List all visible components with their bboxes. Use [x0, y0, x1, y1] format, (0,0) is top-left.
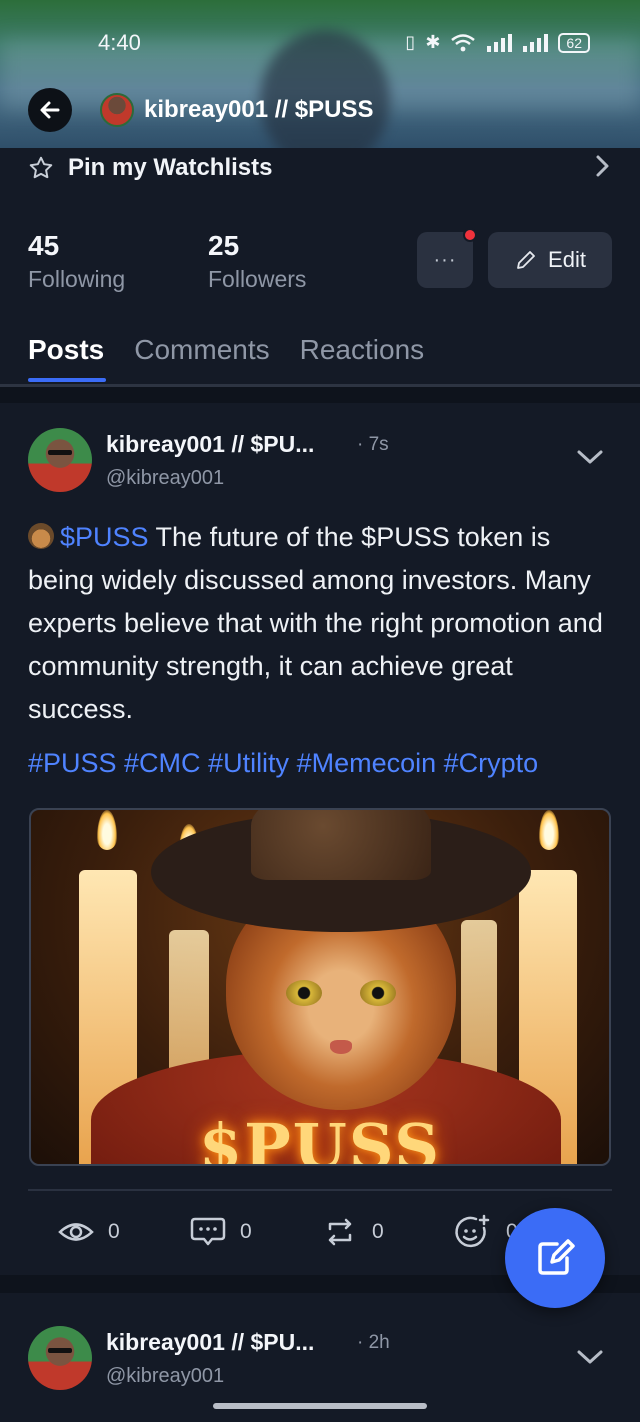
following-count: 45 [28, 230, 60, 261]
repost-count: 0 [372, 1220, 384, 1243]
following-stat[interactable]: 45 Following [28, 230, 125, 293]
status-time: 4:40 [98, 30, 141, 55]
signal-icon-2 [523, 33, 549, 52]
post-image[interactable]: $PUSS [29, 808, 611, 1166]
edit-profile-button[interactable]: Edit [488, 232, 612, 288]
post-cashtag[interactable]: $PUSS [60, 522, 149, 552]
chevron-down-icon[interactable] [576, 1348, 604, 1366]
vibrate-icon: ▯ [405, 32, 416, 52]
image-caption-text: $PUSS [198, 1110, 441, 1166]
compose-icon [538, 1239, 575, 1275]
pin-watchlists-label: Pin my Watchlists [68, 154, 273, 181]
edit-label: Edit [548, 247, 586, 272]
comment-action[interactable]: 0 [190, 1216, 322, 1248]
compose-button[interactable] [505, 1208, 605, 1308]
post-author-avatar[interactable] [28, 1326, 92, 1390]
post-text: $PUSS The future of the $PUSS token is b… [28, 516, 618, 731]
eye-icon [58, 1223, 94, 1241]
comment-count: 0 [240, 1220, 252, 1243]
cat-emoji-icon [28, 523, 54, 549]
star-icon [29, 156, 53, 179]
signal-icon [487, 33, 513, 52]
post-author-handle: @kibreay001 [106, 467, 225, 489]
post-author-handle: @kibreay001 [106, 1365, 225, 1387]
comment-icon [190, 1217, 226, 1246]
notification-dot [463, 228, 477, 242]
followers-count: 25 [208, 230, 240, 261]
repost-action[interactable]: 0 [322, 1217, 454, 1247]
page-title: kibreay001 // $PUSS [144, 96, 374, 123]
status-icons: ▯ ✱ 62 [405, 32, 590, 53]
back-arrow-icon [40, 101, 60, 119]
post-author-name[interactable]: kibreay001 // $PU... [106, 1329, 314, 1356]
emoji-add-icon [455, 1214, 490, 1248]
profile-tabs: Posts Comments Reactions [28, 334, 425, 382]
post-hashtags[interactable]: #PUSS #CMC #Utility #Memecoin #Crypto [28, 748, 538, 779]
repost-icon [328, 1218, 352, 1246]
bluetooth-icon: ✱ [425, 32, 441, 52]
feed-separator [0, 387, 640, 403]
pencil-icon [517, 251, 535, 269]
tab-reactions[interactable]: Reactions [300, 334, 425, 380]
more-icon: ··· [433, 248, 457, 271]
post-time: · 2h [357, 1332, 390, 1353]
post-body-text: The future of the $PUSS token is being w… [28, 522, 603, 724]
chevron-right-icon [596, 155, 609, 177]
header-avatar [100, 93, 134, 127]
views-action[interactable]: 0 [58, 1219, 190, 1245]
back-button[interactable] [28, 88, 72, 132]
post-author-avatar[interactable] [28, 428, 92, 492]
views-count: 0 [108, 1220, 120, 1243]
chevron-down-icon[interactable] [576, 448, 604, 466]
tab-posts[interactable]: Posts [28, 334, 107, 382]
wifi-icon [451, 33, 476, 51]
more-options-button[interactable]: ··· [417, 228, 477, 288]
post-time: · 7s [357, 434, 389, 455]
post-divider [28, 1189, 612, 1191]
followers-stat[interactable]: 25 Followers [208, 230, 306, 293]
profile-top-bar: kibreay001 // $PUSS [28, 88, 373, 132]
tab-comments[interactable]: Comments [134, 334, 269, 380]
home-indicator[interactable] [213, 1403, 427, 1409]
followers-label: Followers [208, 266, 307, 292]
battery-indicator: 62 [558, 32, 590, 53]
post-author-name[interactable]: kibreay001 // $PU... [106, 431, 314, 458]
status-bar: 4:40 ▯ ✱ 62 [0, 28, 640, 58]
pin-watchlists-row[interactable]: Pin my Watchlists [28, 150, 612, 186]
following-label: Following [28, 266, 126, 292]
